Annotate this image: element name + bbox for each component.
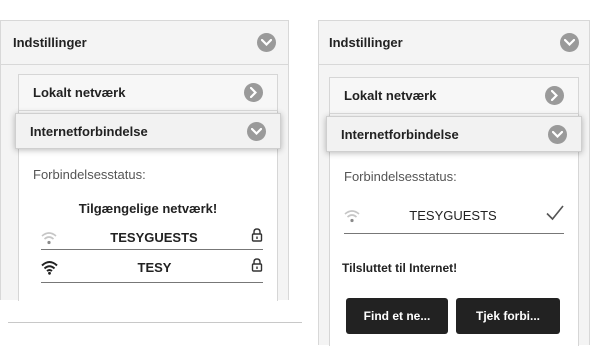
divider [8, 322, 302, 323]
chevron-right-icon[interactable] [244, 83, 263, 102]
settings-panel-left: Indstillinger Lokalt netværk Internetfor… [0, 20, 289, 301]
checkmark-icon [546, 205, 564, 226]
wifi-weak-icon [41, 231, 57, 245]
network-ssid: TESYGUESTS [110, 230, 198, 245]
local-network-row[interactable]: Lokalt netværk [19, 75, 277, 111]
internet-connection-row[interactable]: Internetforbindelse [15, 113, 281, 149]
network-item[interactable]: TESY [41, 253, 263, 283]
chevron-down-icon[interactable] [548, 124, 567, 144]
chevron-right-icon[interactable] [545, 86, 564, 105]
lock-icon [251, 228, 263, 247]
network-ssid: TESYGUESTS [409, 208, 497, 223]
chevron-down-icon[interactable] [247, 121, 266, 141]
connection-status-label: Forbindelsesstatus: [344, 169, 457, 184]
wifi-weak-icon [344, 209, 360, 223]
find-network-button[interactable]: Find et ne... [346, 298, 448, 334]
settings-header[interactable]: Indstillinger [319, 21, 589, 65]
local-network-label: Lokalt netværk [33, 85, 126, 100]
chevron-down-icon[interactable] [257, 33, 276, 52]
connection-status-label: Forbindelsesstatus: [33, 167, 146, 182]
local-network-row[interactable]: Lokalt netværk [330, 78, 578, 114]
settings-header[interactable]: Indstillinger [1, 21, 288, 65]
settings-title: Indstillinger [13, 35, 87, 50]
network-item[interactable]: TESYGUESTS [41, 226, 263, 250]
settings-panel-right: Indstillinger Lokalt netværk Internetfor… [318, 20, 590, 346]
local-network-label: Lokalt netværk [344, 88, 437, 103]
internet-connection-label: Internetforbindelse [30, 123, 148, 139]
current-network-item[interactable]: TESYGUESTS [344, 198, 564, 234]
connected-status-text: Tilsluttet til Internet! [342, 261, 458, 275]
settings-title: Indstillinger [329, 35, 403, 50]
chevron-down-icon[interactable] [560, 33, 579, 52]
internet-connection-label: Internetforbindelse [341, 126, 459, 142]
lock-icon [251, 258, 263, 277]
wifi-strong-icon [41, 260, 58, 275]
check-connection-button[interactable]: Tjek forbi... [456, 298, 560, 334]
network-ssid: TESY [137, 260, 172, 275]
internet-connection-row[interactable]: Internetforbindelse [326, 116, 582, 152]
settings-content: Lokalt netværk Internetforbindelse Forbi… [15, 74, 281, 301]
available-networks-heading: Tilgængelige netværk! [78, 201, 218, 216]
